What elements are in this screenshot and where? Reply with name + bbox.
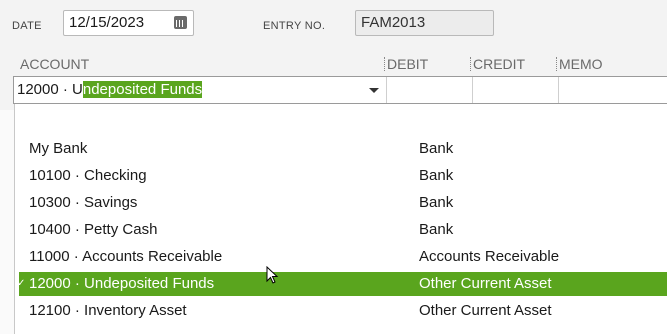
account-type: Other Current Asset (419, 275, 552, 292)
account-name: 11000 · Accounts Receivable (29, 248, 223, 265)
entry-no-value: FAM2013 (361, 14, 426, 31)
journal-header: DATE 12/15/2023 ENTRY NO. FAM2013 ACCOUN… (0, 0, 667, 110)
column-separator (384, 57, 385, 71)
journal-line: 12000 · Undeposited Funds (13, 76, 667, 104)
list-item[interactable]: 11000 · Accounts Receivable Accounts Rec… (19, 245, 667, 269)
list-item-selected[interactable]: ✓ 12000 · Undeposited Funds Other Curren… (17, 272, 667, 296)
account-name: 10400 · Petty Cash (29, 221, 158, 238)
column-memo[interactable]: MEMO (559, 56, 603, 72)
account-name: 10100 · Checking (29, 167, 147, 184)
column-account[interactable]: ACCOUNT (20, 56, 89, 72)
account-combo-input[interactable]: 12000 · Undeposited Funds (14, 77, 387, 103)
account-input-prefix: 12000 · U (17, 81, 83, 98)
account-type: Other Current Asset (419, 302, 552, 319)
account-name: 10300 · Savings (29, 194, 138, 211)
dropdown-arrow-icon[interactable] (369, 88, 379, 93)
list-item[interactable]: 10400 · Petty Cash Bank (19, 218, 667, 242)
column-separator (470, 57, 471, 71)
mouse-pointer-icon (266, 266, 279, 284)
account-type: Bank (419, 194, 454, 211)
account-type: Bank (419, 221, 454, 238)
account-name: 12000 · Undeposited Funds (29, 275, 215, 292)
debit-cell[interactable] (387, 77, 473, 103)
account-type: Bank (419, 140, 454, 157)
checkmark-icon: ✓ (17, 278, 26, 289)
list-item[interactable]: My Bank Bank (19, 137, 667, 161)
list-item[interactable]: 10300 · Savings Bank (19, 191, 667, 215)
entry-no-field[interactable]: FAM2013 (355, 10, 494, 36)
account-type: Accounts Receivable (419, 248, 560, 265)
list-item[interactable]: 12100 · Inventory Asset Other Current As… (19, 299, 667, 323)
account-name: My Bank (29, 140, 88, 157)
account-input-selection: ndeposited Funds (82, 81, 203, 98)
column-separator (556, 57, 557, 71)
credit-cell[interactable] (473, 77, 559, 103)
account-dropdown-list: My Bank Bank 10100 · Checking Bank 10300… (14, 104, 667, 334)
account-type: Bank (419, 167, 454, 184)
list-item[interactable]: 10100 · Checking Bank (19, 164, 667, 188)
calendar-icon[interactable] (174, 16, 187, 29)
date-label: DATE (12, 20, 42, 32)
column-credit[interactable]: CREDIT (473, 56, 525, 72)
date-value: 12/15/2023 (69, 14, 145, 31)
entry-no-label: ENTRY NO. (263, 20, 326, 32)
column-debit[interactable]: DEBIT (387, 56, 428, 72)
account-name: 12100 · Inventory Asset (29, 302, 187, 319)
date-field[interactable]: 12/15/2023 (63, 10, 194, 36)
